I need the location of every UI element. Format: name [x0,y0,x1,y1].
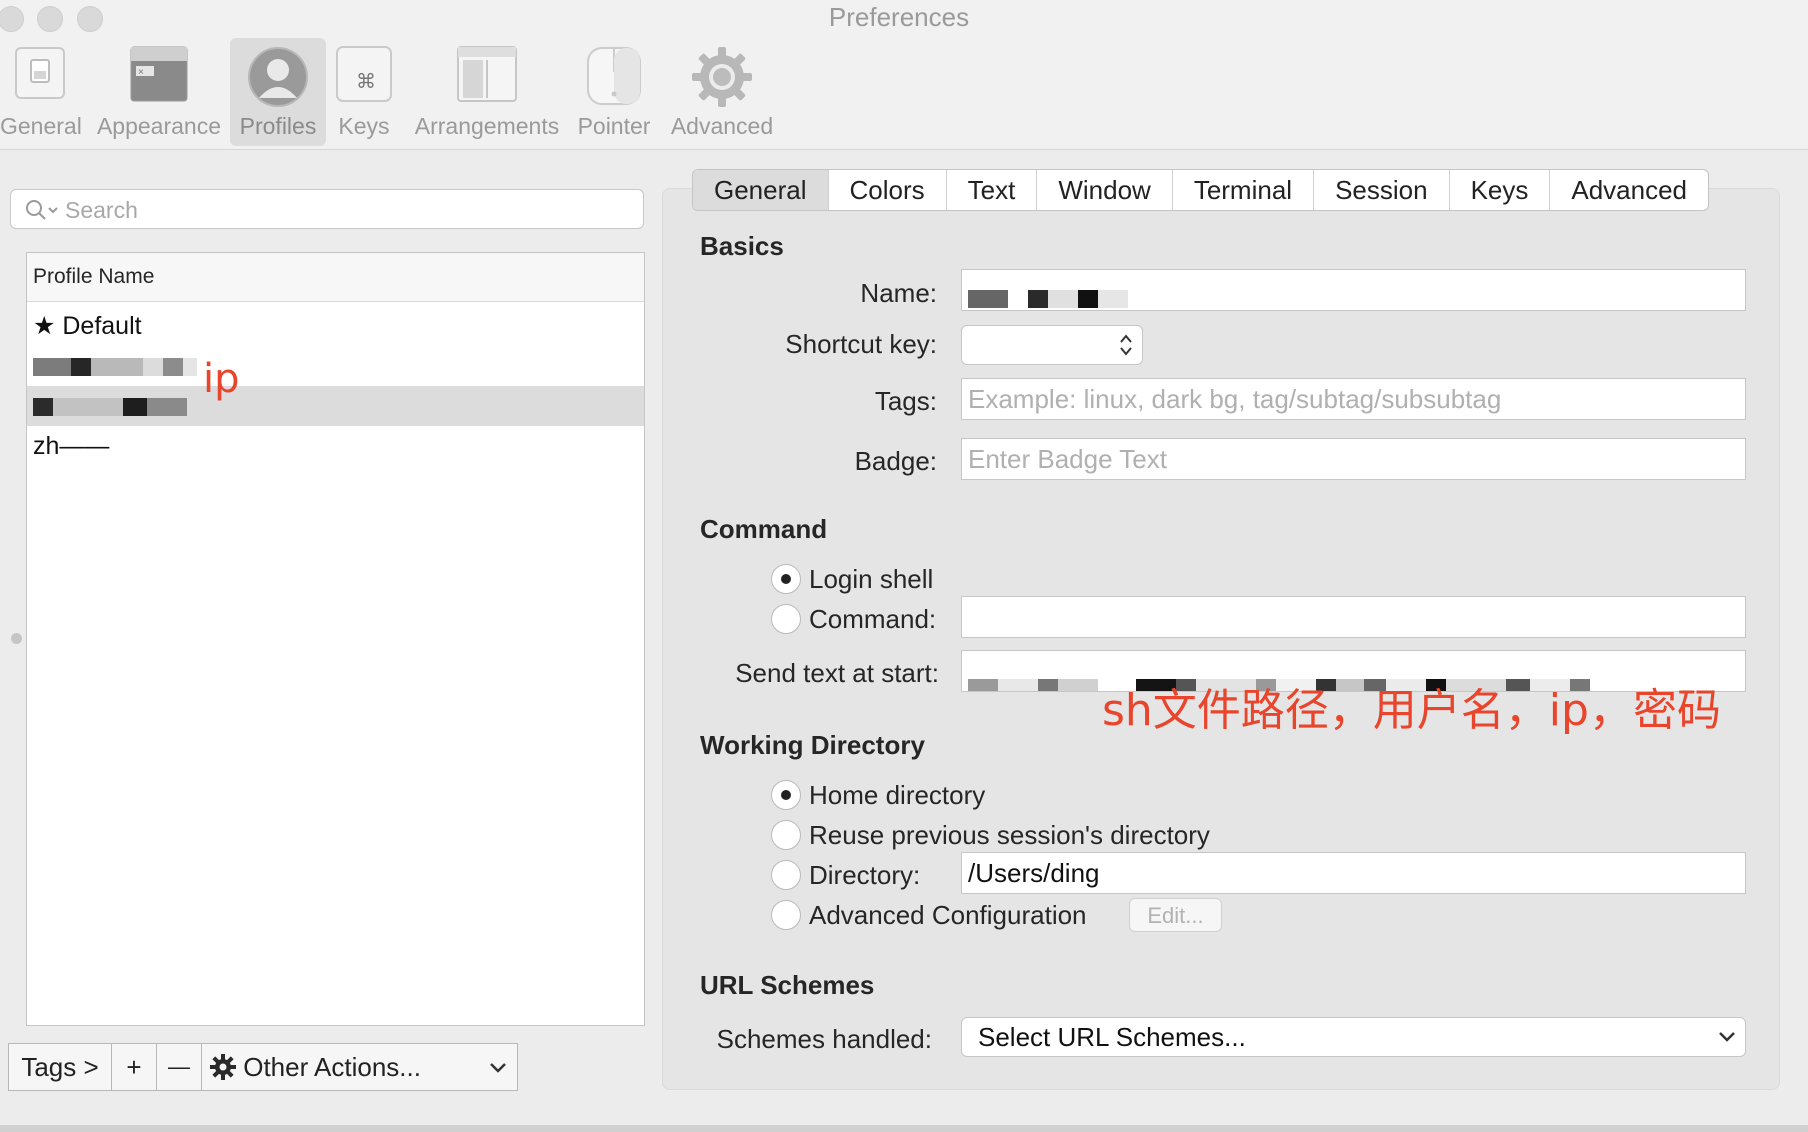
profile-label: zh—— [33,432,110,460]
toolbar-label: Advanced [670,113,774,139]
arrangements-windows-icon [457,46,517,102]
directory-input[interactable] [961,852,1746,894]
schemes-handled-label: Schemes handled: [716,1024,932,1054]
tab-colors[interactable]: Colors [829,170,947,210]
search-icon [26,200,58,220]
chevron-down-icon [490,1063,506,1073]
other-actions-label: Other Actions... [243,1052,421,1082]
send-text-label: Send text at start: [735,658,939,688]
profile-list: Profile Name ★ Default zh—— [26,252,645,1026]
edit-button[interactable]: Edit... [1129,898,1222,932]
advanced-config-radio[interactable] [771,900,801,930]
redacted-text [33,392,187,420]
profile-name-column-header[interactable]: Profile Name [27,253,644,302]
directory-radio[interactable] [771,860,801,890]
redacted-text [968,282,1128,313]
reuse-directory-label: Reuse previous session's directory [809,820,1210,850]
annotation-send-text: sh文件路径，用户名，ip，密码 [1102,685,1721,736]
working-directory-heading: Working Directory [700,730,925,760]
toolbar-general[interactable]: General [0,38,82,146]
tab-keys[interactable]: Keys [1450,170,1551,210]
home-directory-label: Home directory [809,780,986,810]
profile-row[interactable] [27,346,644,386]
toolbar-label: Appearance [96,113,222,139]
svg-text:⌘: ⌘ [356,71,376,93]
command-radio[interactable] [771,604,801,634]
profile-tabs: General Colors Text Window Terminal Sess… [692,169,1710,211]
advanced-config-label: Advanced Configuration [809,900,1087,930]
shortcut-key-label: Shortcut key: [785,329,937,359]
toolbar-profiles[interactable]: Profiles [230,38,326,146]
toolbar-advanced[interactable]: Advanced [668,38,776,146]
tab-terminal[interactable]: Terminal [1173,170,1315,210]
badge-input[interactable] [961,438,1746,480]
profile-row-selected[interactable] [27,386,644,426]
login-shell-label: Login shell [809,564,934,594]
tab-window[interactable]: Window [1037,170,1173,210]
preferences-window: Preferences General × Appearance Profile… [0,0,1808,1132]
annotation-ip: ip [203,356,240,402]
window-title: Preferences [828,2,970,32]
search-input[interactable] [63,194,627,226]
toolbar-arrangements[interactable]: Arrangements [412,38,562,146]
other-actions-menu[interactable]: Other Actions... [202,1044,517,1090]
tab-session[interactable]: Session [1314,170,1450,210]
toolbar-label: General [0,113,82,139]
chevron-down-icon [1719,1032,1735,1042]
stepper-arrows-icon [1120,334,1132,356]
toolbar-pointer[interactable]: Pointer [576,38,652,146]
command-key-icon: ⌘ [336,46,392,102]
toolbar-keys[interactable]: ⌘ Keys [334,38,394,146]
name-field[interactable] [961,269,1746,311]
toolbar-label: Profiles [239,113,317,139]
tab-general[interactable]: General [693,170,829,210]
star-icon: ★ [33,312,56,340]
toolbar-label: Keys [338,113,390,139]
tab-text[interactable]: Text [947,170,1038,210]
basics-heading: Basics [700,231,784,261]
toolbar-label: Arrangements [414,113,560,139]
url-schemes-select[interactable]: Select URL Schemes... [961,1017,1746,1057]
general-switch-icon [15,47,65,99]
toolbar: Preferences General × Appearance Profile… [0,0,1808,150]
profile-search [10,189,644,229]
add-profile-button[interactable]: + [112,1044,157,1090]
gear-icon [692,47,752,107]
profile-button-bar: Tags > + — Other Actions... [8,1043,518,1091]
command-label: Command: [809,604,937,634]
tags-button[interactable]: Tags > [9,1044,112,1090]
remove-profile-button[interactable]: — [157,1044,202,1090]
split-view-handle[interactable] [11,633,22,644]
mouse-pointer-icon [587,47,641,105]
url-schemes-heading: URL Schemes [700,970,875,1000]
login-shell-radio[interactable] [771,564,801,594]
command-input[interactable] [961,596,1746,638]
command-heading: Command [700,514,828,544]
reuse-directory-radio[interactable] [771,820,801,850]
profile-user-icon [248,47,308,107]
profile-row[interactable]: zh—— [27,426,644,466]
shortcut-key-select[interactable] [961,325,1143,365]
badge-label: Badge: [854,446,937,476]
tags-label: Tags: [874,386,937,416]
window-bottom-edge [0,1125,1808,1132]
toolbar-label: Pointer [577,113,651,139]
profile-label: Default [62,312,142,340]
profile-settings-pane [662,188,1780,1090]
toolbar-appearance[interactable]: × Appearance [94,38,224,146]
home-directory-radio[interactable] [771,780,801,810]
appearance-window-icon: × [130,46,188,102]
directory-label: Directory: [809,860,921,890]
svg-text:×: × [138,67,144,78]
redacted-text [33,352,197,380]
tab-advanced[interactable]: Advanced [1550,170,1708,210]
url-schemes-value: Select URL Schemes... [978,1022,1246,1052]
gear-icon [210,1054,236,1080]
profile-row-default[interactable]: ★ Default [27,306,644,346]
name-label: Name: [860,278,937,308]
tags-input[interactable] [961,378,1746,420]
